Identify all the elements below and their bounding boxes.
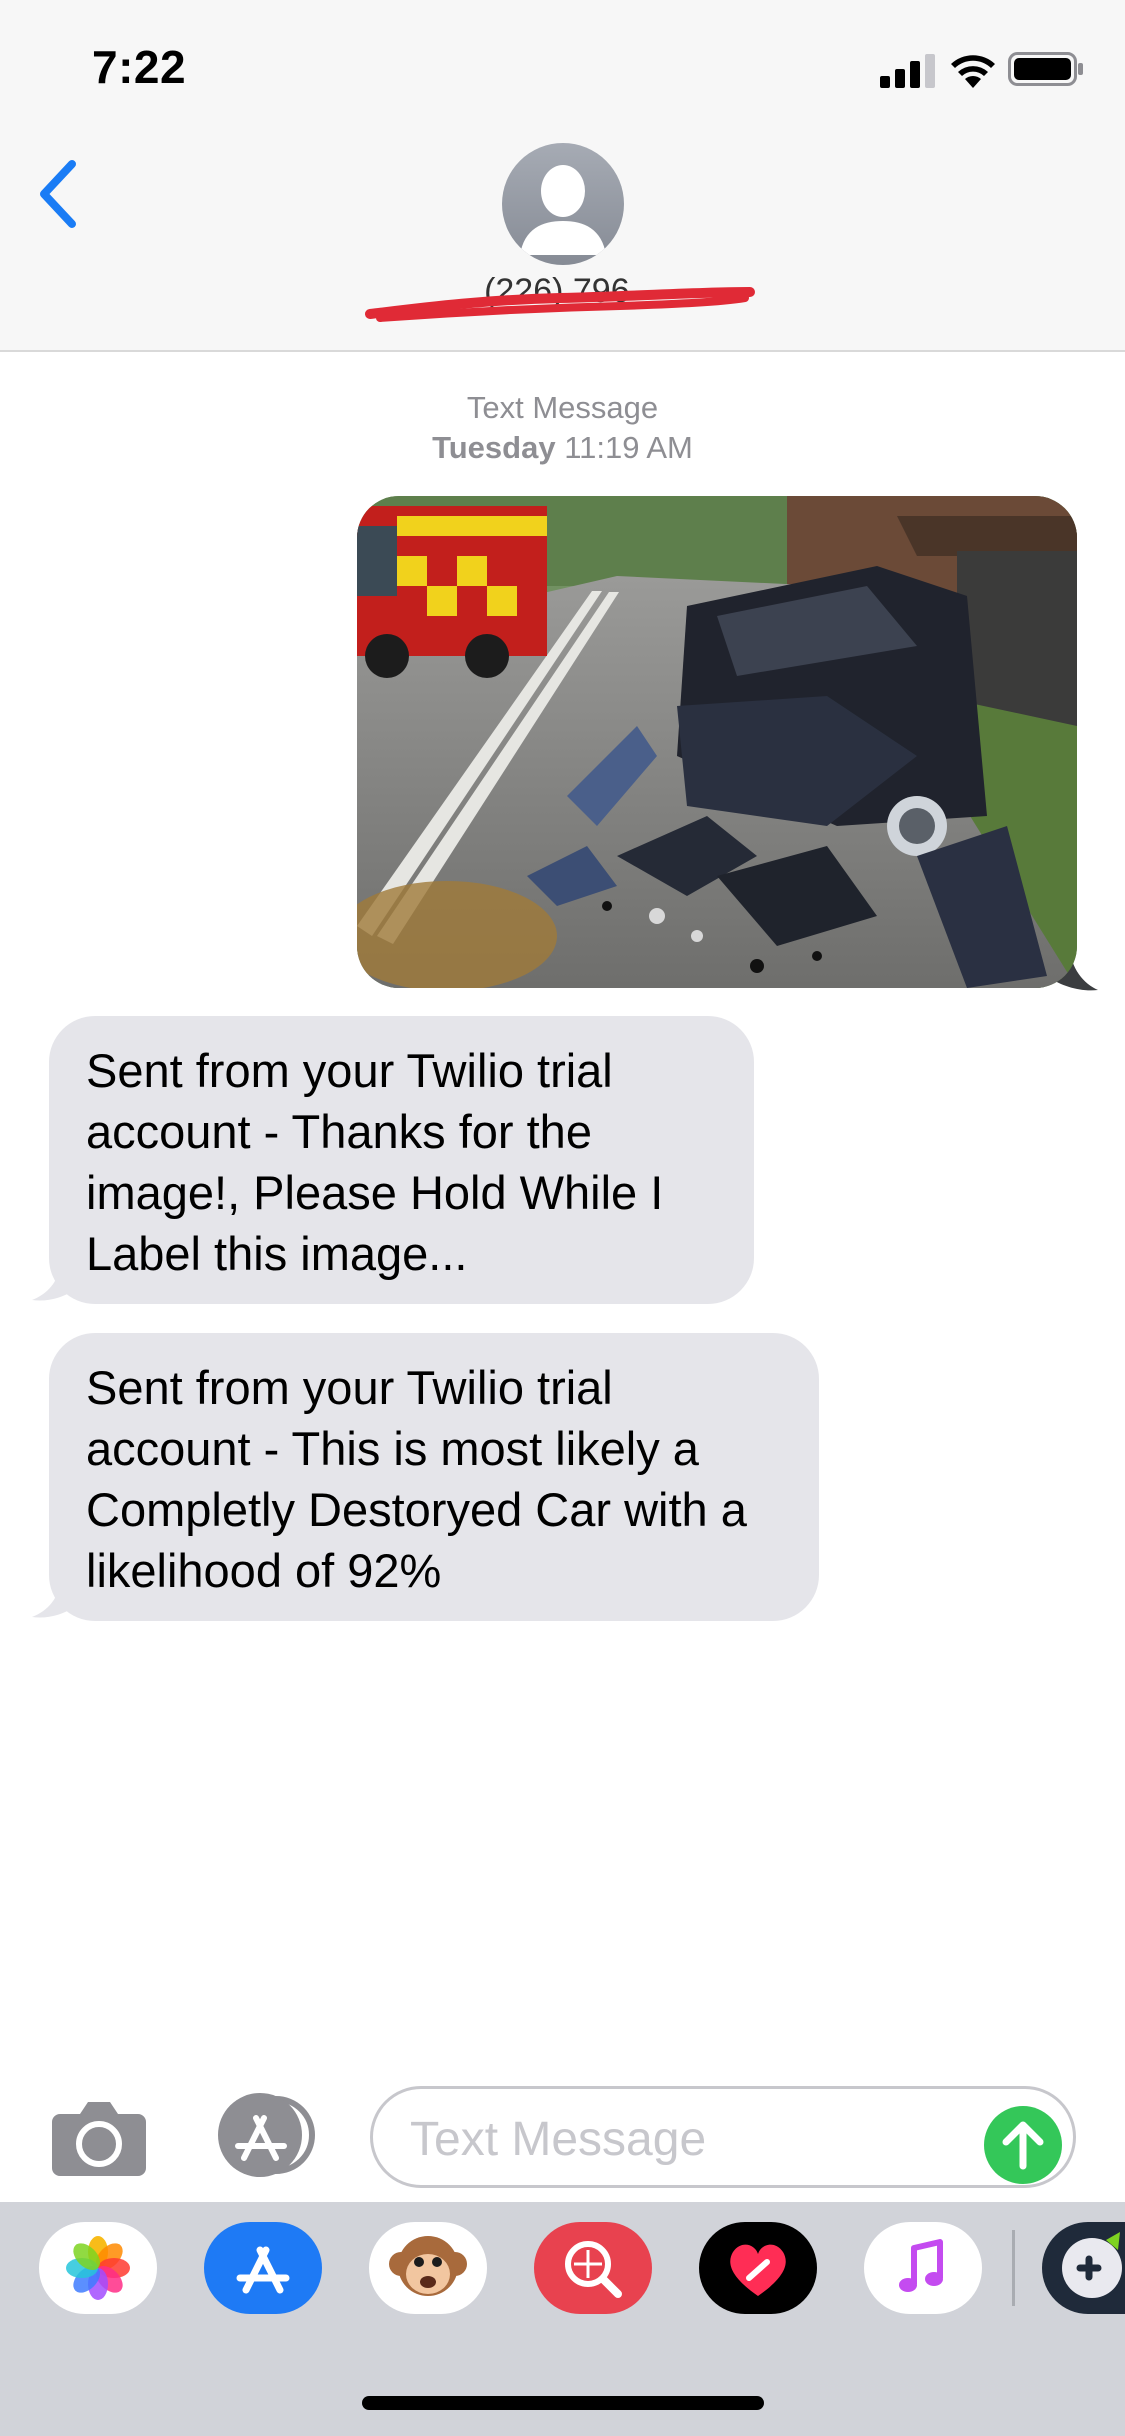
incoming-message[interactable]: Sent from your Twilio trial account - Th…: [49, 1016, 754, 1304]
drawer-divider: [1012, 2230, 1015, 2306]
message-timestamp: Text Message Tuesday 11:19 AM: [0, 388, 1125, 468]
camera-icon[interactable]: [50, 2098, 148, 2176]
image-attachment[interactable]: [357, 496, 1077, 988]
message-type-label: Text Message: [466, 390, 659, 425]
person-silhouette-icon: [520, 165, 606, 255]
arrow-up-icon: [1002, 2121, 1044, 2170]
animoji-icon[interactable]: [369, 2222, 487, 2314]
image-search-icon[interactable]: [534, 2222, 652, 2314]
app-store-button-icon[interactable]: [208, 2092, 320, 2178]
digital-touch-icon[interactable]: [699, 2222, 817, 2314]
timestamp-day: Tuesday: [432, 430, 556, 465]
cellular-signal-icon: [880, 54, 935, 88]
car-crash-photo: [357, 496, 1077, 988]
send-button[interactable]: [984, 2106, 1062, 2184]
timestamp-time: 11:19 AM: [564, 430, 693, 465]
game-icon[interactable]: [1042, 2222, 1125, 2314]
status-time: 7:22: [92, 41, 187, 93]
back-chevron-icon[interactable]: [34, 158, 82, 230]
redaction-scribble: [365, 287, 755, 322]
message-input-placeholder: Text Message: [410, 2113, 707, 2166]
wifi-icon: [951, 55, 995, 88]
photos-icon[interactable]: [39, 2222, 157, 2314]
message-text: Sent from your Twilio trial account - Th…: [86, 1361, 747, 1597]
battery-icon: [1008, 52, 1083, 86]
message-text: Sent from your Twilio trial account - Th…: [86, 1044, 664, 1280]
home-indicator[interactable]: [362, 2396, 764, 2410]
contact-avatar[interactable]: [502, 143, 624, 265]
app-store-icon[interactable]: [204, 2222, 322, 2314]
incoming-message[interactable]: Sent from your Twilio trial account - Th…: [49, 1333, 819, 1621]
music-icon[interactable]: [864, 2222, 982, 2314]
